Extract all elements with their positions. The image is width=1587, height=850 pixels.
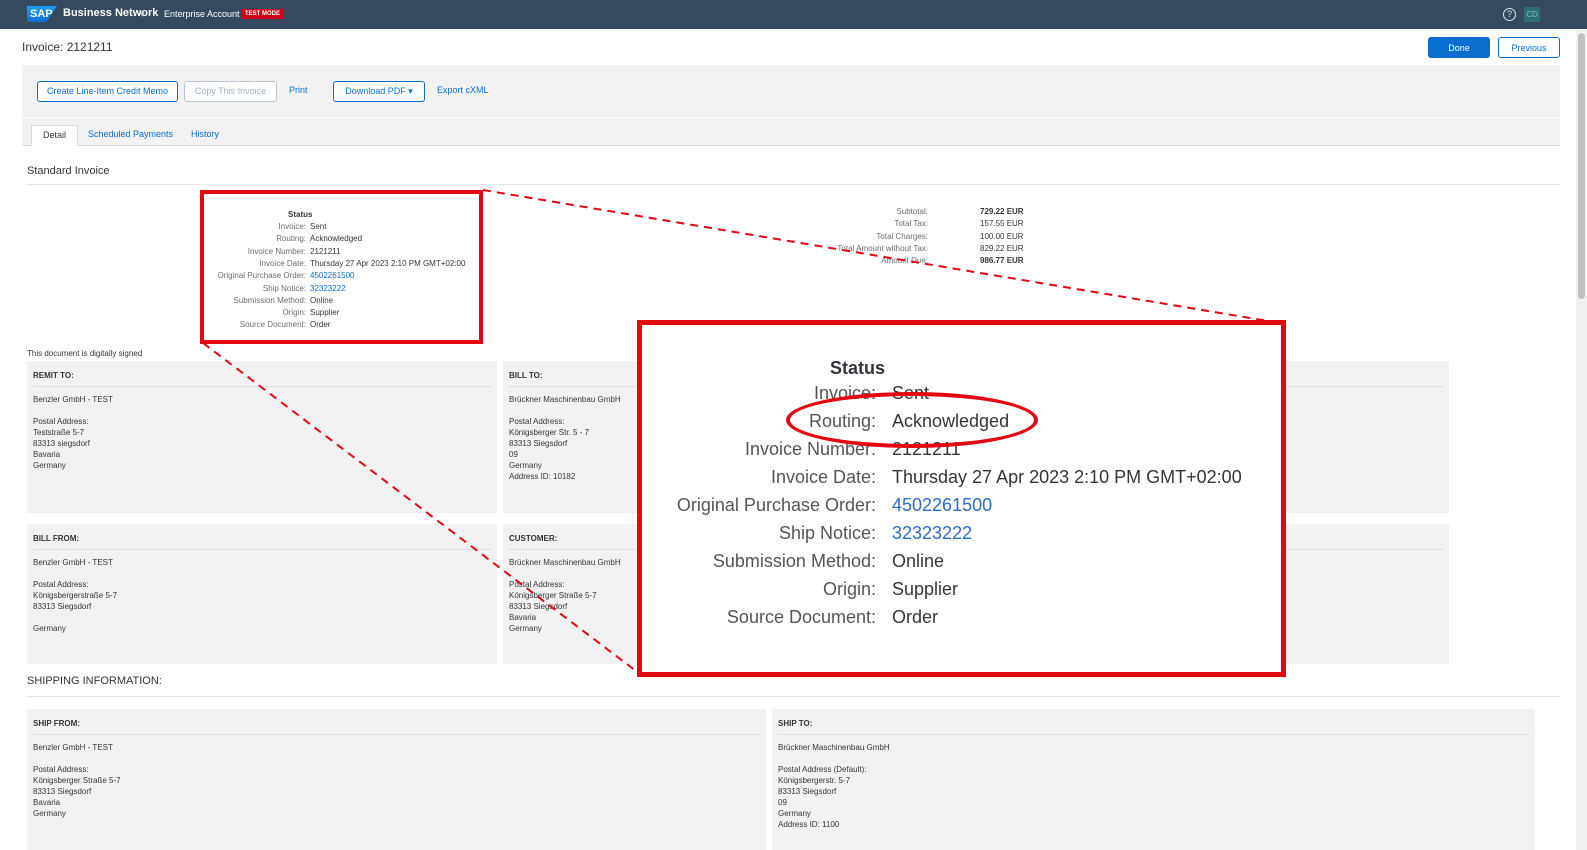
connector-line-bottom	[202, 342, 641, 675]
zoomed-status-callout: Status Invoice: Sent Routing: Acknowledged I…	[637, 320, 1286, 677]
zoom-status-heading: Status	[830, 358, 886, 378]
routing-highlight-oval	[786, 392, 1038, 448]
zoom-status-label: Source Document:	[726, 607, 876, 627]
zoom-status-value: Online	[892, 551, 945, 571]
zoom-status-value[interactable]: 32323222	[892, 523, 972, 544]
zoom-status-value: Supplier	[892, 579, 959, 599]
zoom-status-label: Invoice Date:	[770, 467, 876, 487]
zoom-status-label: Original Purchase Order:	[676, 495, 876, 515]
zoom-status-value[interactable]: 4502261500	[892, 495, 992, 516]
zoom-status-label: Origin:	[822, 579, 876, 599]
zoom-status-label: Submission Method:	[712, 551, 876, 571]
zoom-status-value: Thursday 27 Apr 2023 2:10 PM GMT+02:00	[892, 467, 1242, 487]
connector-line-top	[482, 189, 1269, 322]
zoom-status-label: Ship Notice:	[778, 523, 876, 543]
zoom-status-value: Order	[892, 607, 939, 627]
